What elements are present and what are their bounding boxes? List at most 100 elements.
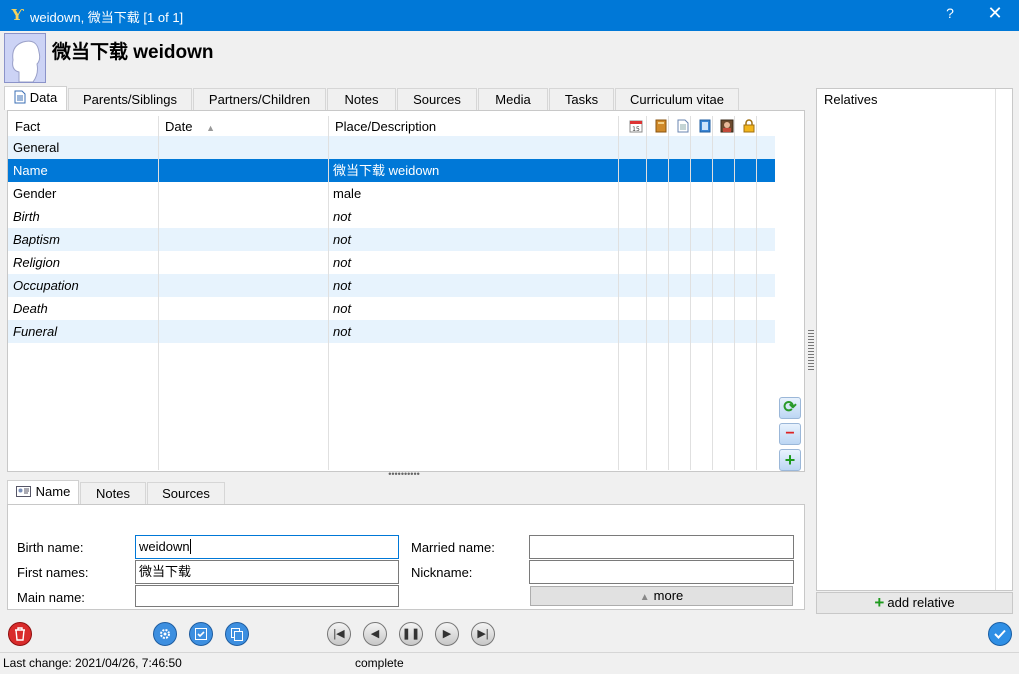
cell-place: not — [333, 301, 352, 316]
table-row[interactable]: Baptism not — [8, 228, 775, 251]
cell-place: not — [333, 255, 352, 270]
horizontal-splitter[interactable]: •••••••••• — [384, 470, 424, 479]
column-place[interactable]: Place/Description — [335, 116, 436, 137]
svg-text:15: 15 — [632, 126, 640, 133]
tab-name[interactable]: Name — [7, 480, 79, 504]
facts-grid-header: Fact Date ▲ Place/Description 15 — [8, 116, 775, 137]
tab-curriculum-vitae[interactable]: Curriculum vitae — [615, 88, 739, 110]
column-date-label: Date — [165, 119, 193, 134]
cell-fact: Occupation — [13, 278, 79, 293]
ok-button[interactable] — [988, 622, 1012, 646]
status-bar: Last change: 2021/04/26, 7:46:50 complet… — [0, 652, 1019, 674]
chevron-right-icon: ▶ — [442, 628, 452, 640]
tab-partners-children[interactable]: Partners/Children — [193, 88, 326, 110]
id-card-icon — [15, 486, 31, 497]
sort-ascending-icon: ▲ — [206, 123, 216, 133]
triangle-up-icon: ▲ — [639, 592, 650, 603]
tab-label: Notes — [344, 92, 379, 107]
cell-fact: Birth — [13, 209, 40, 224]
relatives-panel: Relatives — [816, 88, 1013, 591]
add-relative-label: add relative — [887, 595, 955, 610]
tab-name-sources[interactable]: Sources — [147, 482, 225, 504]
pause-button[interactable]: ❚❚ — [399, 622, 423, 646]
window-title: weidown, 微当下载 [1 of 1] — [30, 10, 184, 25]
copy-icon — [231, 628, 243, 641]
tab-label: Notes — [96, 486, 130, 501]
main-name-label: Main name: — [17, 590, 85, 605]
delete-button[interactable] — [8, 622, 32, 646]
first-record-button[interactable]: |◀ — [327, 622, 351, 646]
tab-label: Tasks — [564, 92, 599, 107]
cell-fact: Religion — [13, 255, 60, 270]
nickname-field[interactable] — [529, 560, 794, 584]
grid-divider — [756, 116, 757, 470]
married-name-label: Married name: — [411, 540, 495, 555]
column-date[interactable]: Date ▲ — [165, 116, 215, 137]
table-row[interactable]: Gender male — [8, 182, 775, 205]
calendar-icon[interactable]: 15 — [625, 116, 647, 137]
birth-name-field[interactable]: weidown — [135, 535, 399, 559]
grid-divider — [734, 116, 735, 470]
first-names-field[interactable]: 微当下载 — [135, 560, 399, 584]
detail-tabs: Name Notes Sources — [7, 480, 227, 504]
table-row[interactable]: Funeral not — [8, 320, 775, 343]
table-row[interactable]: Religion not — [8, 251, 775, 274]
grid-divider — [618, 116, 619, 470]
gear-icon — [160, 629, 170, 639]
cell-fact: Name — [13, 163, 48, 178]
tab-label: Curriculum vitae — [630, 92, 724, 107]
tab-label: Name — [35, 484, 71, 499]
tab-label: Media — [495, 92, 531, 107]
cell-fact: Death — [13, 301, 48, 316]
table-row[interactable]: Birth not — [8, 205, 775, 228]
plus-icon: + — [874, 593, 885, 612]
table-row[interactable]: Occupation not — [8, 274, 775, 297]
add-fact-button[interactable]: + — [779, 449, 801, 471]
more-label: more — [653, 588, 684, 603]
person-name: 微当下载 weidown — [52, 42, 214, 63]
person-avatar[interactable] — [4, 33, 46, 83]
cell-place: male — [333, 186, 362, 201]
married-name-field[interactable] — [529, 535, 794, 559]
tab-name-notes[interactable]: Notes — [80, 482, 146, 504]
tab-sources[interactable]: Sources — [397, 88, 477, 110]
more-button[interactable]: ▲ more — [530, 586, 793, 606]
birth-name-value: weidown — [139, 539, 190, 554]
silhouette-icon — [12, 40, 41, 82]
grid-divider — [328, 116, 329, 470]
vertical-splitter[interactable] — [808, 330, 814, 370]
cell-place: not — [333, 324, 352, 339]
cell-place: not — [333, 232, 352, 247]
checkmark-icon — [994, 629, 1006, 639]
table-row[interactable]: General — [8, 136, 775, 159]
refresh-button[interactable]: ⟳ — [779, 397, 801, 419]
tab-data[interactable]: Data — [4, 86, 67, 110]
tab-media[interactable]: Media — [478, 88, 548, 110]
checklist-button[interactable] — [189, 622, 213, 646]
cell-place: 微当下载 weidown — [333, 163, 440, 178]
last-record-button[interactable]: ▶| — [471, 622, 495, 646]
cell-fact: Baptism — [13, 232, 60, 247]
main-name-field[interactable] — [135, 585, 399, 607]
settings-button[interactable] — [153, 622, 177, 646]
column-fact[interactable]: Fact — [15, 116, 40, 137]
table-row[interactable]: Death not — [8, 297, 775, 320]
completeness-status: complete — [355, 656, 404, 670]
grid-divider — [690, 116, 691, 470]
previous-record-button[interactable]: ◀ — [363, 622, 387, 646]
tab-parents-siblings[interactable]: Parents/Siblings — [68, 88, 192, 110]
table-row-selected[interactable]: Name 微当下载 weidown — [8, 159, 775, 182]
tab-tasks[interactable]: Tasks — [549, 88, 614, 110]
copy-button[interactable] — [225, 622, 249, 646]
add-relative-button[interactable]: + add relative — [816, 592, 1013, 614]
grid-divider — [712, 116, 713, 470]
remove-fact-button[interactable]: − — [779, 423, 801, 445]
tab-notes[interactable]: Notes — [327, 88, 396, 110]
first-names-label: First names: — [17, 565, 89, 580]
help-button[interactable]: ? — [940, 5, 960, 21]
close-button[interactable]: ✕ — [982, 3, 1008, 24]
skip-forward-icon: ▶| — [477, 628, 489, 640]
tab-label: Sources — [413, 92, 461, 107]
main-tabs: Data Parents/Siblings Partners/Children … — [4, 86, 744, 110]
next-record-button[interactable]: ▶ — [435, 622, 459, 646]
